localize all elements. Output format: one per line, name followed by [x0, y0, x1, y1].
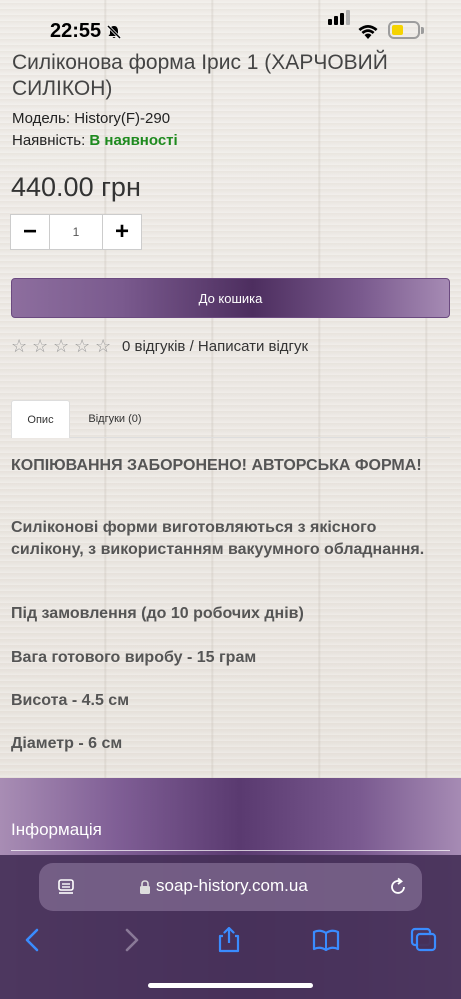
model-value: History(F)-290 — [74, 110, 171, 127]
share-icon[interactable] — [214, 927, 244, 953]
bookmarks-icon[interactable] — [311, 927, 341, 953]
url-text[interactable]: soap-history.com.ua — [156, 876, 308, 896]
star-empty-icon: ☆ — [11, 336, 28, 356]
star-empty-icon: ☆ — [74, 336, 91, 356]
tabs-icon[interactable] — [409, 927, 439, 953]
description-lead-time: Під замовлення (до 10 робочих днів) — [11, 605, 304, 622]
model-line: Модель: History(F)-290 — [12, 110, 170, 127]
description-diameter: Діаметр - 6 см — [11, 735, 123, 752]
product-title: Силіконова форма Ірис 1 (ХАРЧОВИЙ СИЛІКО… — [12, 51, 388, 100]
description-material: Силіконові форми виготовляються з якісно… — [11, 519, 425, 558]
battery-tip — [421, 27, 424, 34]
quantity-increase-button[interactable]: + — [102, 214, 142, 250]
page-menu-icon[interactable] — [57, 877, 77, 897]
star-empty-icon: ☆ — [53, 336, 70, 356]
reviews-link[interactable]: 0 відгуків / Написати відгук — [122, 338, 308, 355]
description-height: Висота - 4.5 см — [11, 692, 130, 709]
stock-label: Наявність: — [12, 132, 86, 149]
battery-level — [392, 25, 403, 35]
quantity-stepper: − 1 + — [10, 214, 142, 250]
lock-icon — [140, 880, 150, 894]
quantity-input[interactable]: 1 — [50, 214, 102, 250]
back-icon[interactable] — [18, 927, 48, 953]
description-warning: КОПІЮВАННЯ ЗАБОРОНЕНО! АВТОРСЬКА ФОРМА! — [11, 457, 422, 474]
bell-muted-icon — [106, 24, 122, 40]
quantity-decrease-button[interactable]: − — [10, 214, 50, 250]
wifi-icon — [358, 25, 378, 39]
footer-divider — [11, 850, 450, 851]
home-indicator — [148, 983, 313, 988]
product-price: 440.00 грн — [11, 172, 141, 202]
tabs-divider — [11, 437, 450, 438]
stock-value: В наявності — [89, 132, 178, 149]
forward-icon[interactable] — [116, 927, 146, 953]
star-empty-icon: ☆ — [32, 336, 49, 356]
add-to-cart-button[interactable]: До кошика — [11, 278, 450, 318]
description-weight: Вага готового виробу - 15 грам — [11, 649, 257, 666]
reload-icon[interactable] — [388, 877, 408, 897]
star-empty-icon: ☆ — [95, 336, 112, 356]
rating-row: ☆ ☆ ☆ ☆ ☆ 0 відгуків / Написати відгук — [11, 336, 308, 356]
tab-description[interactable]: Опис — [11, 400, 70, 438]
model-label: Модель: — [12, 110, 71, 127]
footer-info-title[interactable]: Інформація — [11, 820, 102, 840]
tab-reviews[interactable]: Відгуки (0) — [80, 400, 150, 438]
battery-icon — [388, 21, 420, 39]
status-time: 22:55 — [50, 20, 102, 42]
stock-line: Наявність: В наявності — [12, 132, 178, 149]
